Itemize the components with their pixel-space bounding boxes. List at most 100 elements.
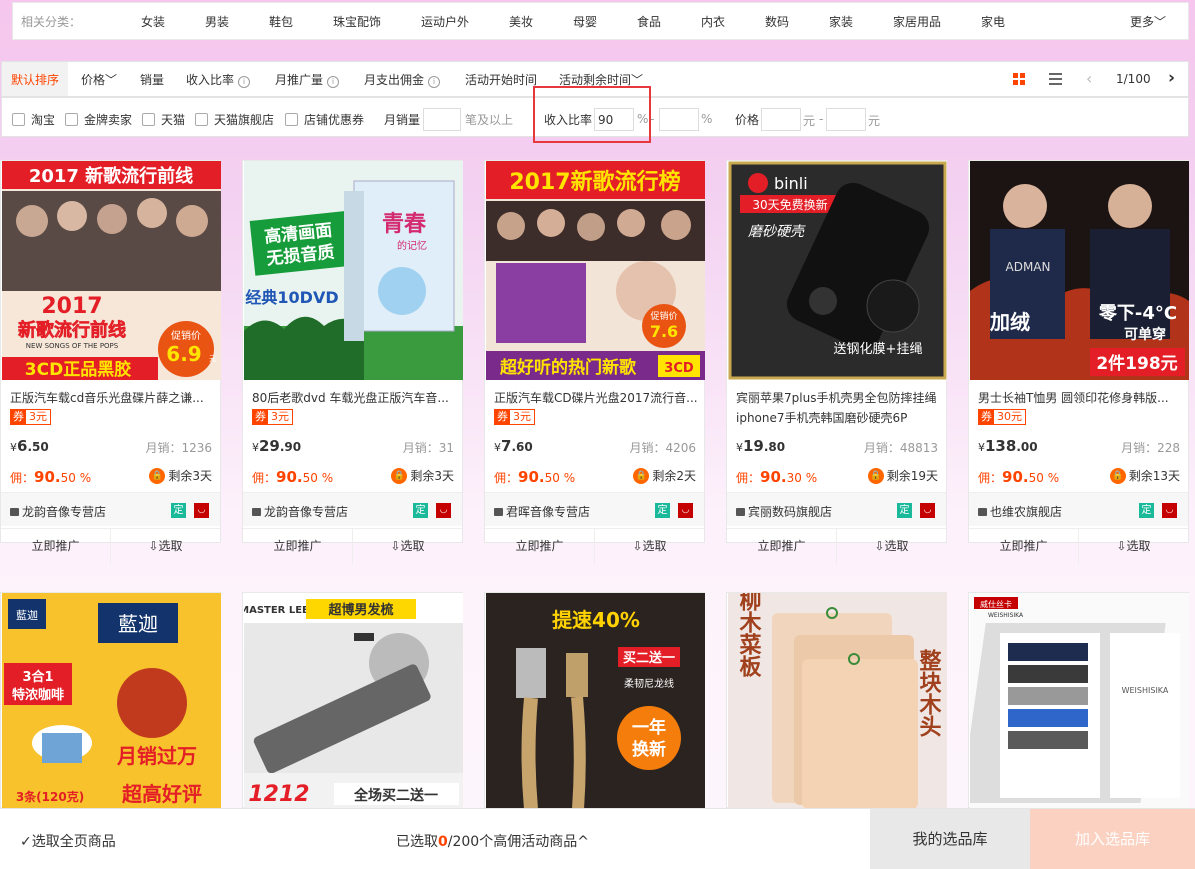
pick-button[interactable]: ⇩选取 <box>837 529 946 564</box>
price-int: 7 <box>501 437 512 455</box>
product-card[interactable]: 提速40% 买二送一 柔韧尼龙线 一年 换新 <box>484 592 705 809</box>
category-item[interactable]: 家电 <box>981 13 1005 30</box>
product-card[interactable]: MASTER LEE 超博男发梳 1212 全场买二送一 <box>242 592 463 809</box>
price-dec: .00 <box>1016 440 1038 454</box>
shop-name[interactable]: 宾丽数码旗舰店 <box>736 503 832 520</box>
promote-button[interactable]: 立即推广 <box>727 529 837 564</box>
product-card[interactable]: 2017 新歌流行前线 2017 新歌流行前线 NEW SONGS OF THE… <box>0 160 221 564</box>
sort-sales[interactable]: 销量 <box>140 71 164 88</box>
promote-button[interactable]: 立即推广 <box>243 529 353 564</box>
product-title[interactable]: 宾丽苹果7plus手机壳男全包防摔挂绳 iphone7手机壳韩国磨砂硬壳6P <box>736 388 941 428</box>
filter-shop-coupon[interactable]: 店铺优惠券 <box>285 111 364 128</box>
pick-button[interactable]: ⇩选取 <box>595 529 704 564</box>
category-item[interactable]: 数码 <box>765 13 789 30</box>
commission-dec: 50 <box>544 471 560 485</box>
checkbox[interactable] <box>142 113 155 126</box>
info-icon[interactable]: i <box>428 76 441 88</box>
pick-button[interactable]: ⇩选取 <box>353 529 462 564</box>
product-card[interactable]: 柳木菜板 整块木头 <box>726 592 947 809</box>
pick-button[interactable]: ⇩选取 <box>1079 529 1188 564</box>
promote-button[interactable]: 立即推广 <box>969 529 1079 564</box>
product-card[interactable]: ADMAN 加绒 零下-4°C 可单穿 2件198元 男士长袖T恤男 圆领印花修… <box>968 160 1189 564</box>
prev-page-icon[interactable]: ‹ <box>1086 69 1092 88</box>
product-card[interactable]: 高清画面 无损音质 经典10DVD 青春 的记忆 80后老歌dvd 车载光盘正版… <box>242 160 463 564</box>
income-ratio-max-input[interactable] <box>659 108 699 131</box>
category-more-button[interactable]: 更多﹀ <box>1130 13 1166 30</box>
category-item[interactable]: 家装 <box>829 13 853 30</box>
product-image[interactable]: MASTER LEE 超博男发梳 1212 全场买二送一 <box>244 593 463 809</box>
product-image[interactable]: 藍迦 藍迦 3合1 特浓咖啡 月销过万 3条(120克) 超高好评 <box>2 593 221 809</box>
monthly-sales-input[interactable] <box>423 108 461 131</box>
shop-name[interactable]: 也维农旗舰店 <box>978 503 1062 520</box>
product-title[interactable]: 男士长袖T恤男 圆领印花修身韩版... <box>978 388 1183 408</box>
category-item[interactable]: 女装 <box>141 13 165 30</box>
chevron-down-icon: ﹀ <box>631 73 644 87</box>
product-title[interactable]: 正版汽车载CD碟片光盘2017流行音... <box>494 388 699 408</box>
selected-summary[interactable]: 已选取0/200个高佣活动商品^ <box>396 831 589 851</box>
sort-income-ratio[interactable]: 收入比率 i <box>186 71 251 88</box>
info-icon[interactable]: i <box>327 76 340 88</box>
product-image[interactable]: 2017 新歌流行前线 2017 新歌流行前线 NEW SONGS OF THE… <box>2 161 221 380</box>
category-item[interactable]: 内衣 <box>701 13 725 30</box>
card-actions: 立即推广 ⇩选取 <box>243 528 462 564</box>
checkbox[interactable] <box>65 113 78 126</box>
promote-button[interactable]: 立即推广 <box>485 529 595 564</box>
product-image[interactable]: 提速40% 买二送一 柔韧尼龙线 一年 换新 <box>486 593 705 809</box>
page-indicator: 1/100 <box>1116 72 1151 86</box>
select-all-button[interactable]: ✓选取全页商品 <box>20 831 116 851</box>
shop-name[interactable]: 君晖音像专营店 <box>494 503 590 520</box>
select-all-icon: ✓ <box>20 834 32 850</box>
product-image[interactable]: 2017新歌流行榜 促销价 7.6 超好听的热门新歌 3CD <box>486 161 705 380</box>
category-item[interactable]: 食品 <box>637 13 661 30</box>
image-text: 7.6 <box>650 322 678 341</box>
product-card[interactable]: 2017新歌流行榜 促销价 7.6 超好听的热门新歌 3CD 正版汽车载CD碟片… <box>484 160 705 564</box>
list-view-icon[interactable] <box>1049 73 1062 85</box>
product-image[interactable]: 高清画面 无损音质 经典10DVD 青春 的记忆 <box>244 161 463 380</box>
sort-monthly-promo[interactable]: 月推广量 i <box>275 71 340 88</box>
shop-name[interactable]: 龙韵音像专营店 <box>252 503 348 520</box>
category-item[interactable]: 珠宝配饰 <box>333 13 381 30</box>
category-item[interactable]: 鞋包 <box>269 13 293 30</box>
shop-name[interactable]: 龙韵音像专营店 <box>10 503 106 520</box>
my-library-button[interactable]: 我的选品库 <box>870 809 1030 869</box>
filter-taobao[interactable]: 淘宝 <box>12 111 55 128</box>
product-title[interactable]: 80后老歌dvd 车载光盘正版汽车音... <box>252 388 457 408</box>
store-icon <box>736 508 745 516</box>
checkbox[interactable] <box>195 113 208 126</box>
checkbox[interactable] <box>12 113 25 126</box>
sort-price[interactable]: 价格﹀ <box>81 71 117 88</box>
product-image[interactable]: 柳木菜板 整块木头 <box>728 593 947 809</box>
product-image[interactable]: 威仕丝卡 WEISHISIKA WEISHISIKA <box>970 593 1189 809</box>
add-to-library-button[interactable]: 加入选品库 <box>1030 809 1195 869</box>
store-icon <box>10 508 19 516</box>
category-item[interactable]: 美妆 <box>509 13 533 30</box>
grid-view-icon[interactable] <box>1013 73 1026 86</box>
sort-default[interactable]: 默认排序 <box>2 62 69 96</box>
filter-gold-seller[interactable]: 金牌卖家 <box>65 111 132 128</box>
sort-start-time[interactable]: 活动开始时间 <box>465 71 537 88</box>
price-dec: .60 <box>511 440 533 454</box>
product-image[interactable]: ADMAN 加绒 零下-4°C 可单穿 2件198元 <box>970 161 1189 380</box>
sort-monthly-commission[interactable]: 月支出佣金 i <box>364 71 441 88</box>
info-icon[interactable]: i <box>238 76 251 88</box>
filter-tmall-flagship[interactable]: 天猫旗舰店 <box>195 111 274 128</box>
commission-int: 90. <box>1002 468 1029 486</box>
category-item[interactable]: 母婴 <box>573 13 597 30</box>
product-image[interactable]: binli 30天免费换新 磨砂硬壳 送钢化膜+挂绳 <box>728 161 947 380</box>
filter-tmall[interactable]: 天猫 <box>142 111 185 128</box>
price-dec: .50 <box>27 440 49 454</box>
category-item[interactable]: 运动户外 <box>421 13 469 30</box>
next-page-icon[interactable]: › <box>1168 68 1175 88</box>
checkbox[interactable] <box>285 113 298 126</box>
promote-button[interactable]: 立即推广 <box>1 529 111 564</box>
product-card[interactable]: binli 30天免费换新 磨砂硬壳 送钢化膜+挂绳 宾丽苹果7plus手机壳男… <box>726 160 947 564</box>
product-card[interactable]: 威仕丝卡 WEISHISIKA WEISHISIKA <box>968 592 1189 809</box>
category-item[interactable]: 家居用品 <box>893 13 941 30</box>
category-item[interactable]: 男装 <box>205 13 229 30</box>
product-card[interactable]: 藍迦 藍迦 3合1 特浓咖啡 月销过万 3条(120克) 超高好评 <box>0 592 221 809</box>
pick-button[interactable]: ⇩选取 <box>111 529 220 564</box>
commission-int: 90. <box>34 468 61 486</box>
product-title[interactable]: 正版汽车载cd音乐光盘碟片薛之谦... <box>10 388 215 408</box>
price-min-input[interactable] <box>761 108 801 131</box>
price-max-input[interactable] <box>826 108 866 131</box>
